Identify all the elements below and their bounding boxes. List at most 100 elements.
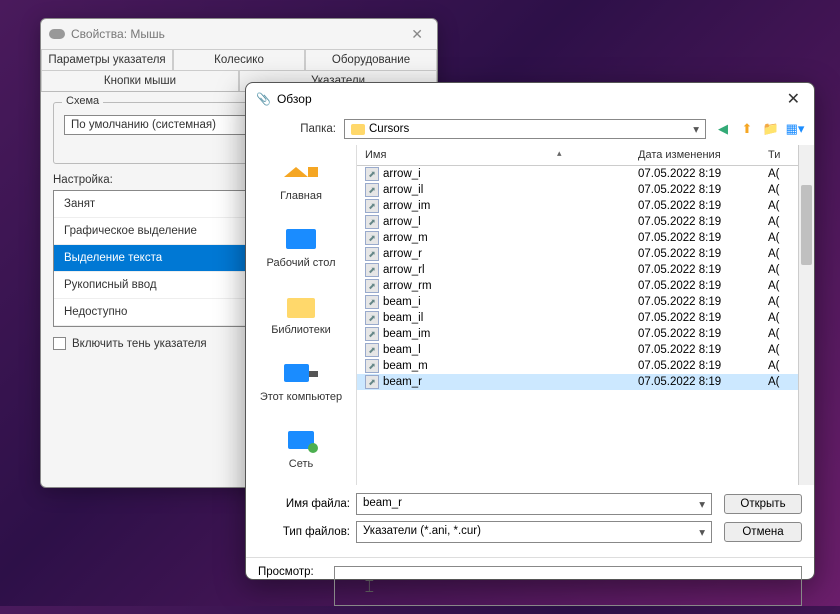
file-type: A( — [768, 360, 798, 372]
tab-pointer-options[interactable]: Параметры указателя — [41, 49, 173, 70]
cursor-file-icon: ⬈ — [365, 247, 379, 261]
folder-dropdown[interactable]: Cursors ▾ — [344, 119, 706, 139]
new-folder-icon[interactable]: 📁 — [762, 120, 780, 138]
file-row[interactable]: ⬈arrow_rl07.05.2022 8:19A( — [357, 262, 798, 278]
file-type: A( — [768, 232, 798, 244]
file-row[interactable]: ⬈beam_r07.05.2022 8:19A( — [357, 374, 798, 390]
cursor-file-icon: ⬈ — [365, 359, 379, 373]
cursor-file-icon: ⬈ — [365, 167, 379, 181]
file-date: 07.05.2022 8:19 — [638, 376, 768, 388]
open-button[interactable]: Открыть — [724, 494, 802, 514]
ibeam-cursor-icon: 𝙸 — [363, 576, 372, 597]
file-name: arrow_rl — [383, 264, 638, 276]
attach-icon: 📎 — [256, 92, 271, 106]
sidebar-item-network[interactable]: Сеть — [246, 421, 356, 474]
file-row[interactable]: ⬈arrow_i07.05.2022 8:19A( — [357, 166, 798, 182]
file-row[interactable]: ⬈arrow_rm07.05.2022 8:19A( — [357, 278, 798, 294]
file-name: arrow_m — [383, 232, 638, 244]
cursor-file-icon: ⬈ — [365, 295, 379, 309]
file-name: arrow_i — [383, 168, 638, 180]
file-type: A( — [768, 312, 798, 324]
file-name: arrow_l — [383, 216, 638, 228]
tab-hardware[interactable]: Оборудование — [305, 49, 437, 70]
file-row[interactable]: ⬈arrow_l07.05.2022 8:19A( — [357, 214, 798, 230]
folder-name: Cursors — [369, 123, 409, 135]
file-name: arrow_rm — [383, 280, 638, 292]
scheme-group-label: Схема — [62, 95, 103, 107]
browse-bottom-panel: Имя файла: beam_r▾ Открыть Тип файлов: У… — [246, 485, 814, 557]
vertical-scrollbar[interactable] — [798, 145, 814, 485]
sidebar-item-desktop[interactable]: Рабочий стол — [246, 220, 356, 273]
close-button[interactable]: ✕ — [783, 89, 804, 109]
checkbox-icon[interactable] — [53, 337, 66, 350]
cursor-file-icon: ⬈ — [365, 343, 379, 357]
filename-input[interactable]: beam_r▾ — [356, 493, 712, 515]
file-type: A( — [768, 216, 798, 228]
cursor-file-icon: ⬈ — [365, 311, 379, 325]
views-icon[interactable]: ▦▾ — [786, 120, 804, 138]
file-date: 07.05.2022 8:19 — [638, 168, 768, 180]
file-row[interactable]: ⬈arrow_il07.05.2022 8:19A( — [357, 182, 798, 198]
file-row[interactable]: ⬈arrow_im07.05.2022 8:19A( — [357, 198, 798, 214]
file-row[interactable]: ⬈beam_im07.05.2022 8:19A( — [357, 326, 798, 342]
sidebar-item-label: Сеть — [246, 458, 356, 470]
cursor-file-icon: ⬈ — [365, 183, 379, 197]
chevron-down-icon: ▾ — [693, 122, 699, 136]
col-type[interactable]: Ти — [768, 149, 798, 161]
file-row[interactable]: ⬈beam_i07.05.2022 8:19A( — [357, 294, 798, 310]
file-type: A( — [768, 328, 798, 340]
cancel-button[interactable]: Отмена — [724, 522, 802, 542]
file-date: 07.05.2022 8:19 — [638, 296, 768, 308]
file-date: 07.05.2022 8:19 — [638, 328, 768, 340]
browse-title: Обзор — [277, 92, 312, 106]
tab-wheel[interactable]: Колесико — [173, 49, 305, 70]
sort-arrow-icon: ▴ — [557, 148, 562, 159]
col-name[interactable]: Имя — [357, 149, 638, 161]
cursor-file-icon: ⬈ — [365, 199, 379, 213]
file-date: 07.05.2022 8:19 — [638, 216, 768, 228]
file-row[interactable]: ⬈beam_il07.05.2022 8:19A( — [357, 310, 798, 326]
up-icon[interactable]: ⬆ — [738, 120, 756, 138]
file-row[interactable]: ⬈ arrow_r07.05.2022 8:19A( — [357, 246, 798, 262]
filetype-label: Тип файлов: — [258, 526, 350, 538]
file-date: 07.05.2022 8:19 — [638, 184, 768, 196]
file-date: 07.05.2022 8:19 — [638, 248, 768, 260]
cursor-file-icon: ⬈ — [365, 327, 379, 341]
close-button[interactable]: ✕ — [405, 26, 429, 43]
sidebar-item-home[interactable]: Главная — [246, 153, 356, 206]
file-row[interactable]: ⬈beam_l07.05.2022 8:19A( — [357, 342, 798, 358]
file-date: 07.05.2022 8:19 — [638, 280, 768, 292]
folder-label: Папка: — [256, 123, 336, 135]
tab-buttons[interactable]: Кнопки мыши — [41, 70, 239, 91]
cursor-file-icon: ⬈ — [365, 231, 379, 245]
preview-label: Просмотр: — [258, 566, 334, 606]
file-name: arrow_im — [383, 200, 638, 212]
file-type: A( — [768, 280, 798, 292]
file-row[interactable]: ⬈arrow_m07.05.2022 8:19A( — [357, 230, 798, 246]
file-type: A( — [768, 248, 798, 260]
file-list-header[interactable]: Имя ▴ Дата изменения Ти — [357, 145, 798, 166]
mouse-props-titlebar[interactable]: Свойства: Мышь ✕ — [41, 19, 437, 49]
file-name: beam_m — [383, 360, 638, 372]
sidebar-item-pc[interactable]: Этот компьютер — [246, 354, 356, 407]
file-date: 07.05.2022 8:19 — [638, 344, 768, 356]
file-name: beam_r — [383, 376, 638, 388]
file-type: A( — [768, 184, 798, 196]
folder-icon — [351, 124, 365, 135]
sidebar-item-label: Библиотеки — [246, 324, 356, 336]
file-name: arrow_r — [383, 248, 638, 260]
file-rows[interactable]: ⬈arrow_i07.05.2022 8:19A(⬈arrow_il07.05.… — [357, 166, 798, 485]
col-date[interactable]: Дата изменения — [638, 149, 768, 161]
shadow-checkbox-label: Включить тень указателя — [72, 338, 207, 350]
cursor-file-icon: ⬈ — [365, 263, 379, 277]
sidebar-item-libraries[interactable]: Библиотеки — [246, 287, 356, 340]
file-type: A( — [768, 296, 798, 308]
filetype-dropdown[interactable]: Указатели (*.ani, *.cur)▾ — [356, 521, 712, 543]
scrollbar-thumb[interactable] — [801, 185, 812, 265]
browse-sidebar: Главная Рабочий стол Библиотеки Этот компью… — [246, 145, 356, 485]
file-date: 07.05.2022 8:19 — [638, 312, 768, 324]
browse-titlebar[interactable]: 📎 Обзор ✕ — [246, 83, 814, 115]
toolbar-icons: ◀ ⬆ 📁 ▦▾ — [714, 120, 804, 138]
back-icon[interactable]: ◀ — [714, 120, 732, 138]
file-row[interactable]: ⬈beam_m07.05.2022 8:19A( — [357, 358, 798, 374]
